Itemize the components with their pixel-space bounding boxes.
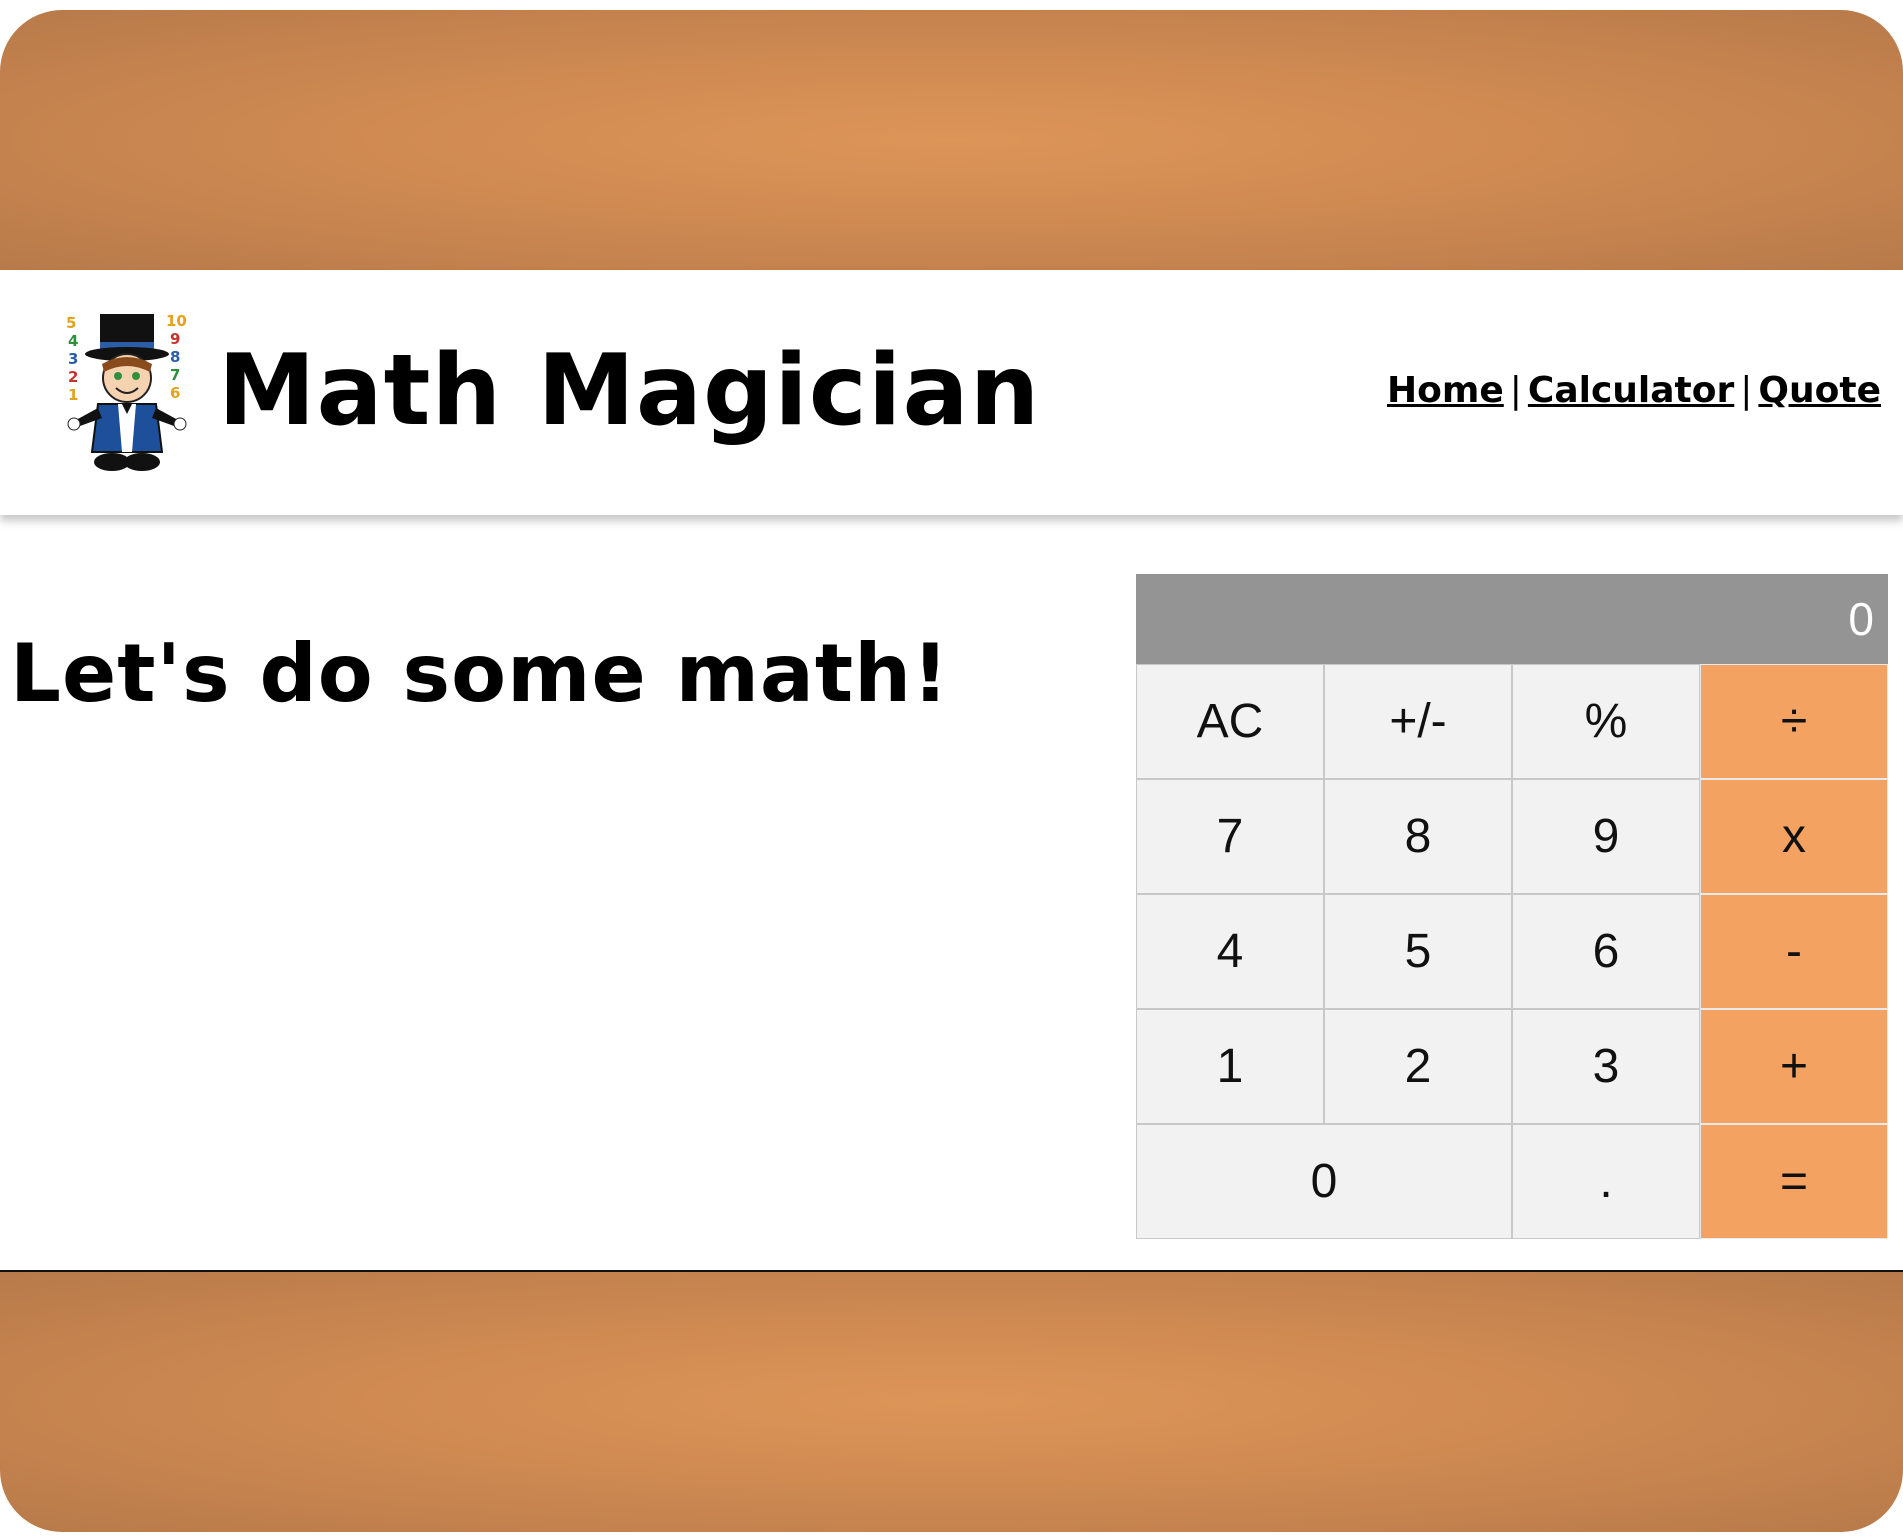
key-divide[interactable]: ÷ xyxy=(1700,664,1888,779)
key-equals[interactable]: = xyxy=(1700,1124,1888,1239)
main-nav: Home | Calculator | Quote xyxy=(1387,370,1881,411)
logo-digit: 4 xyxy=(68,332,78,350)
key-5[interactable]: 5 xyxy=(1324,894,1512,1009)
key-multiply[interactable]: x xyxy=(1700,779,1888,894)
key-plus-minus[interactable]: +/- xyxy=(1324,664,1512,779)
key-plus[interactable]: + xyxy=(1700,1009,1888,1124)
nav-link-quote[interactable]: Quote xyxy=(1758,370,1881,411)
logo-digit: 10 xyxy=(166,312,187,330)
key-2[interactable]: 2 xyxy=(1324,1009,1512,1124)
page: 5 4 3 2 1 10 9 8 7 6 Math Magician Home |… xyxy=(0,0,1903,1540)
nav-separator: | xyxy=(1509,370,1522,411)
logo-digit: 5 xyxy=(66,314,76,332)
calculator-keypad: AC +/- % ÷ 7 8 9 x 4 5 6 - 1 2 3 + 0 . = xyxy=(1136,664,1888,1239)
logo-digit: 2 xyxy=(68,368,78,386)
logo-digit: 9 xyxy=(170,330,180,348)
page-heading: Let's do some math! xyxy=(10,626,950,720)
key-decimal[interactable]: . xyxy=(1512,1124,1700,1239)
site-header: 5 4 3 2 1 10 9 8 7 6 Math Magician Home |… xyxy=(0,270,1903,515)
key-minus[interactable]: - xyxy=(1700,894,1888,1009)
calculator: 0 AC +/- % ÷ 7 8 9 x 4 5 6 - 1 2 3 + 0 .… xyxy=(1136,574,1888,1239)
calculator-display: 0 xyxy=(1136,574,1888,664)
magician-logo-icon: 5 4 3 2 1 10 9 8 7 6 xyxy=(66,312,187,471)
logo-digit: 7 xyxy=(170,366,180,384)
site-title: Math Magician xyxy=(218,334,1041,448)
key-4[interactable]: 4 xyxy=(1136,894,1324,1009)
key-1[interactable]: 1 xyxy=(1136,1009,1324,1124)
top-decorative-band xyxy=(0,10,1903,270)
nav-link-home[interactable]: Home xyxy=(1387,370,1504,411)
logo-digit: 8 xyxy=(170,348,180,366)
key-6[interactable]: 6 xyxy=(1512,894,1700,1009)
key-all-clear[interactable]: AC xyxy=(1136,664,1324,779)
key-0[interactable]: 0 xyxy=(1136,1124,1512,1239)
key-7[interactable]: 7 xyxy=(1136,779,1324,894)
key-8[interactable]: 8 xyxy=(1324,779,1512,894)
nav-separator: | xyxy=(1740,370,1753,411)
bottom-decorative-band xyxy=(0,1270,1903,1532)
logo-digit: 6 xyxy=(170,384,180,402)
key-percent[interactable]: % xyxy=(1512,664,1700,779)
key-9[interactable]: 9 xyxy=(1512,779,1700,894)
logo-digit: 3 xyxy=(68,350,78,368)
key-3[interactable]: 3 xyxy=(1512,1009,1700,1124)
logo-digit: 1 xyxy=(68,386,78,404)
nav-link-calculator[interactable]: Calculator xyxy=(1528,370,1734,411)
